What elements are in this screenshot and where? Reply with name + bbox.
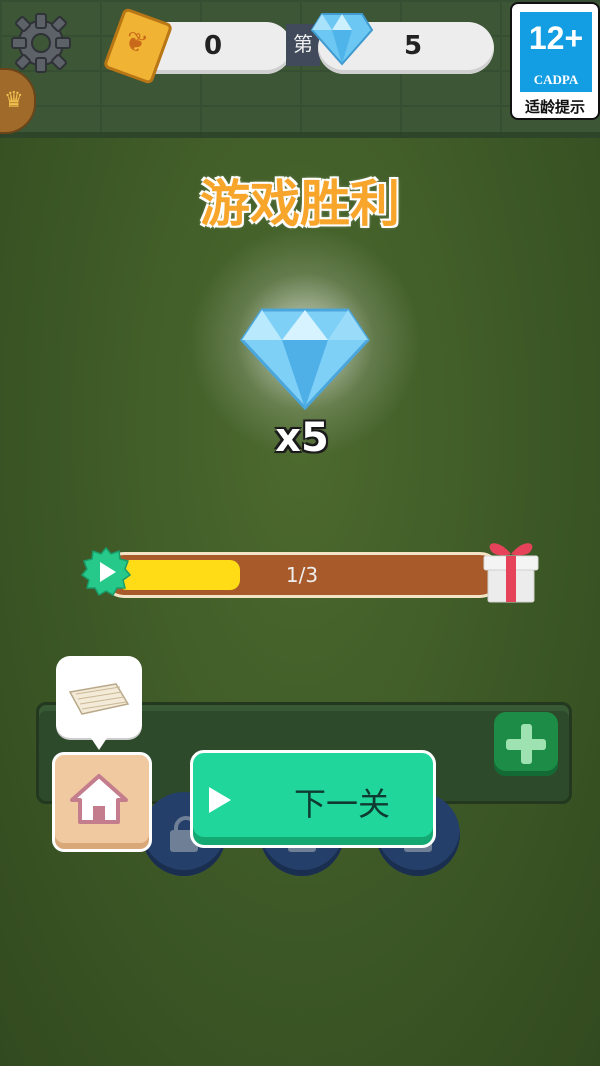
add-slot-button[interactable] <box>494 712 558 776</box>
next-level-button[interactable]: 下一关 <box>190 750 436 848</box>
mat-tile-icon <box>68 683 130 715</box>
play-arrow-icon <box>209 787 231 813</box>
reward-quantity: x5 <box>275 415 329 461</box>
age-rating-badge: 12+ CADPA 适龄提示 <box>510 2 600 120</box>
diamond-icon <box>310 13 374 66</box>
settings-gear-icon[interactable] <box>8 10 74 76</box>
age-rating-tip: 适龄提示 <box>524 98 585 116</box>
progress-label: 1/3 <box>285 563 319 587</box>
victory-title: 游戏胜利 <box>200 175 400 233</box>
age-rating-value: 12+ <box>528 20 584 56</box>
hint-tooltip <box>56 656 142 750</box>
age-rating-org: CADPA <box>533 72 579 87</box>
play-badge-icon <box>80 546 132 597</box>
cards-count: 0 <box>204 31 223 61</box>
gift-box-icon[interactable] <box>478 532 544 606</box>
home-button[interactable] <box>52 752 152 852</box>
chest-progress-bar: 1/3 <box>102 552 502 598</box>
gems-count: 5 <box>404 31 423 61</box>
next-level-label: 下一关 <box>293 785 390 823</box>
house-icon <box>70 774 128 824</box>
